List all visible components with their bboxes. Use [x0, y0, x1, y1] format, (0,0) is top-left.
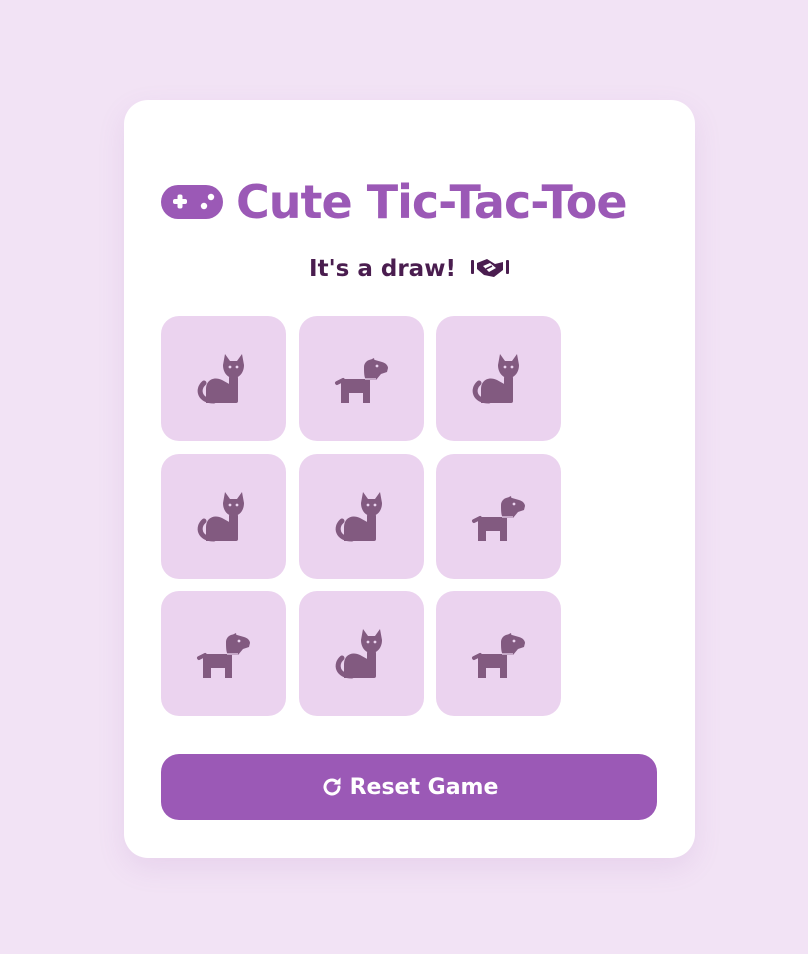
game-card: Cute Tic-Tac-Toe It's a draw! Reset Game — [124, 100, 695, 858]
page-title: Cute Tic-Tac-Toe — [236, 175, 628, 229]
dog-icon — [471, 495, 525, 541]
game-status: It's a draw! — [124, 255, 695, 284]
dog-icon — [334, 357, 388, 403]
rotate-icon — [320, 775, 344, 799]
board-cell-3[interactable] — [436, 316, 561, 441]
cat-icon — [472, 353, 519, 403]
cat-icon — [197, 353, 244, 403]
gamepad-icon — [160, 182, 224, 222]
board-cell-5[interactable] — [299, 454, 424, 579]
status-text: It's a draw! — [309, 256, 456, 282]
board-cell-4[interactable] — [161, 454, 286, 579]
game-board — [161, 316, 561, 716]
board-cell-1[interactable] — [161, 316, 286, 441]
cat-icon — [197, 491, 244, 541]
title-row: Cute Tic-Tac-Toe — [160, 172, 660, 232]
cat-icon — [335, 628, 382, 678]
reset-game-button[interactable]: Reset Game — [161, 754, 657, 820]
handshake-icon — [470, 255, 510, 284]
dog-icon — [471, 632, 525, 678]
board-cell-6[interactable] — [436, 454, 561, 579]
reset-label: Reset Game — [349, 774, 499, 800]
board-cell-8[interactable] — [299, 591, 424, 716]
board-cell-2[interactable] — [299, 316, 424, 441]
board-cell-9[interactable] — [436, 591, 561, 716]
cat-icon — [335, 491, 382, 541]
board-cell-7[interactable] — [161, 591, 286, 716]
dog-icon — [196, 632, 250, 678]
